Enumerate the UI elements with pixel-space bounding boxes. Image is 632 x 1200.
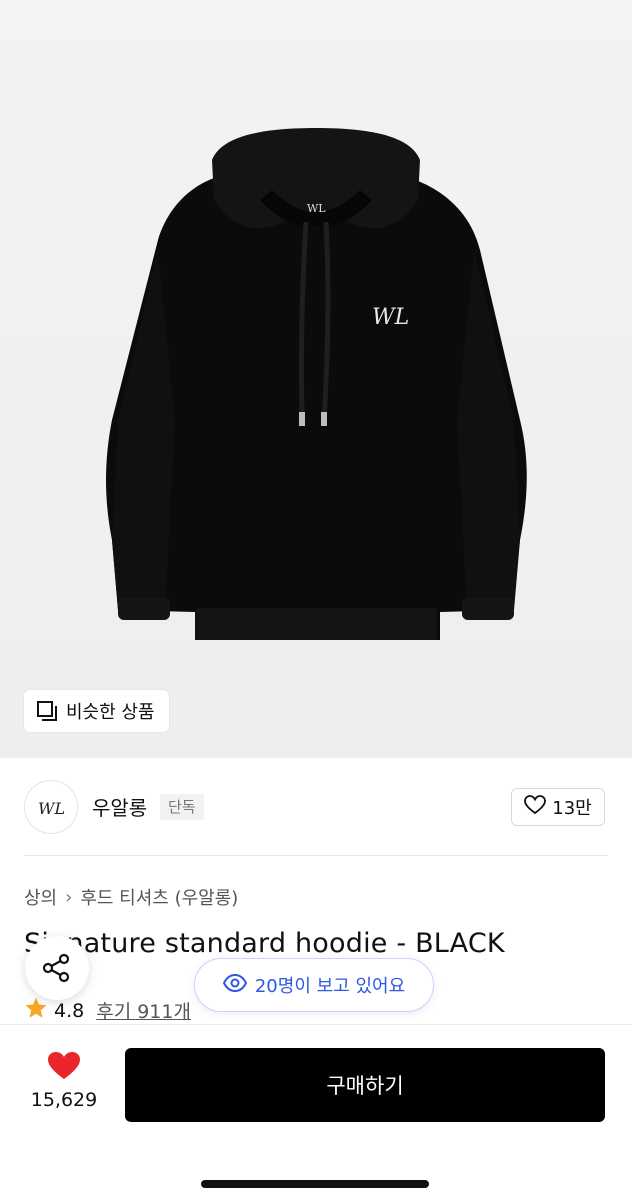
wishlist-count: 15,629: [30, 1089, 98, 1111]
svg-text:WL: WL: [372, 305, 409, 330]
bottom-purchase-bar: 15,629 구매하기: [0, 1024, 632, 1200]
brand-logo[interactable]: WL: [24, 780, 78, 834]
breadcrumb-item-top[interactable]: 상의: [24, 884, 57, 910]
rating-row: 4.8 후기 911개: [24, 996, 191, 1025]
eye-icon: [222, 973, 247, 997]
brand-like-count: 13만: [552, 798, 592, 819]
exclusive-badge: 단독: [160, 794, 204, 820]
home-indicator: [201, 1180, 429, 1188]
heart-outline-icon: [524, 794, 547, 820]
heart-filled-icon: [48, 1052, 80, 1079]
breadcrumb-item-category[interactable]: 후드 티셔츠 (우알롱): [80, 884, 238, 910]
review-count-link[interactable]: 후기 911개: [96, 997, 191, 1024]
svg-text:WL: WL: [307, 202, 326, 215]
hoodie-illustration: WL WL: [106, 128, 527, 640]
svg-text:WL: WL: [38, 799, 65, 818]
product-image[interactable]: WL WL 비슷한 상품: [0, 0, 632, 758]
brand-name[interactable]: 우알롱: [92, 792, 147, 821]
rating-score: 4.8: [54, 999, 85, 1022]
similar-items-button[interactable]: 비슷한 상품: [24, 690, 169, 732]
similar-items-icon: [36, 700, 58, 722]
wl-brand-logo-icon: WL: [38, 799, 65, 818]
similar-items-label: 비슷한 상품: [66, 702, 155, 723]
star-icon: [24, 996, 48, 1025]
share-button[interactable]: [25, 936, 89, 1000]
buy-button[interactable]: 구매하기: [125, 1048, 605, 1122]
chevron-right-icon: ›: [65, 886, 73, 908]
divider: [24, 855, 608, 856]
brand-row: WL 우알롱 단독 13만: [0, 758, 632, 856]
breadcrumb: 상의 › 후드 티셔츠 (우알롱): [24, 884, 238, 910]
viewers-text: 20명이 보고 있어요: [254, 976, 406, 997]
brand-like-button[interactable]: 13만: [511, 788, 605, 826]
wishlist-button[interactable]: 15,629: [24, 1051, 104, 1111]
share-icon: [42, 953, 70, 983]
product-title: Signature standard hoodie - BLACK: [24, 928, 505, 959]
viewers-pill: 20명이 보고 있어요: [194, 958, 434, 1012]
